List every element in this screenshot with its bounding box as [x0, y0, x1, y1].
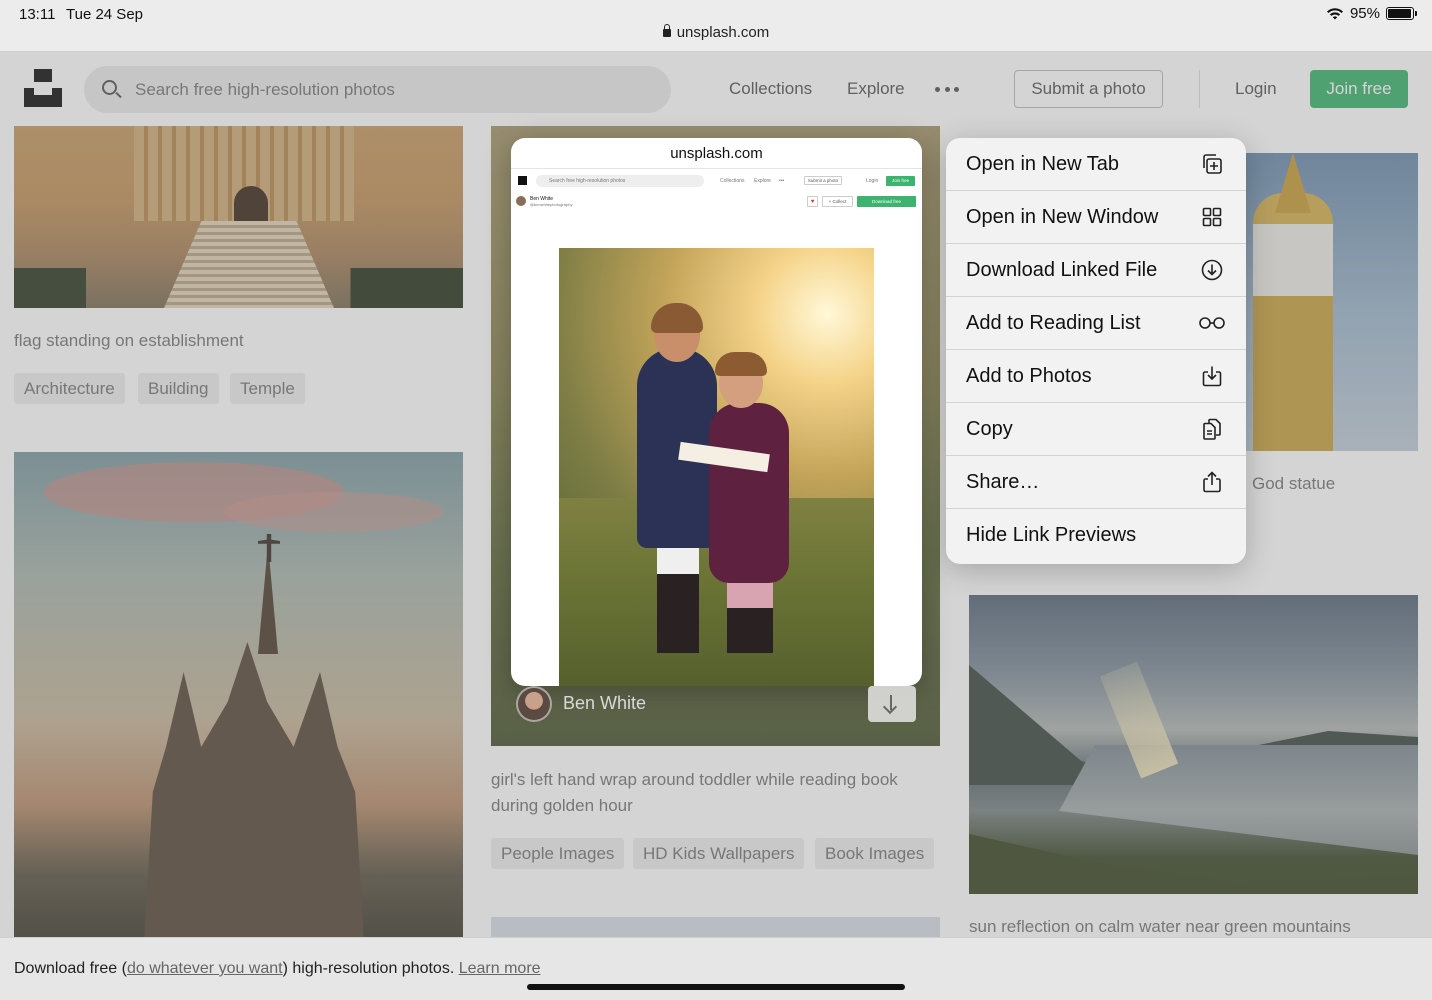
menu-copy[interactable]: Copy	[946, 403, 1246, 456]
download-icon	[1201, 259, 1223, 281]
footer-text: Download free (do whatever you want) hig…	[14, 960, 541, 978]
menu-open-new-window[interactable]: Open in New Window	[946, 191, 1246, 244]
lock-icon	[662, 24, 671, 37]
save-to-photos-icon	[1202, 366, 1222, 387]
glasses-icon	[1199, 317, 1225, 329]
learn-more-link[interactable]: Learn more	[459, 960, 541, 977]
avatar	[516, 686, 552, 722]
mini-more-icon: •••	[779, 178, 785, 184]
status-bar: 13:11 Tue 24 Sep 95% unsplash.com	[0, 0, 1432, 52]
mini-heart-icon: ♥	[807, 196, 818, 207]
menu-open-new-tab[interactable]: Open in New Tab	[946, 138, 1246, 191]
address-bar[interactable]: unsplash.com	[0, 24, 1432, 41]
footer-banner: Download free (do whatever you want) hig…	[0, 937, 1432, 1000]
mini-search-text: Search free high-resolution photos	[549, 178, 626, 184]
preview-photo	[559, 248, 874, 686]
mini-download: Download free	[857, 196, 916, 207]
photo-author[interactable]: Ben White	[516, 686, 916, 722]
mini-logo	[518, 176, 527, 185]
status-indicators: 95%	[1326, 5, 1417, 22]
copy-icon	[1203, 418, 1221, 440]
mini-login: Login	[866, 178, 879, 184]
battery-icon	[1386, 7, 1417, 20]
download-arrow-icon	[890, 695, 892, 710]
wifi-icon	[1326, 7, 1343, 19]
menu-label: Download Linked File	[966, 259, 1158, 281]
preview-title: unsplash.com	[670, 145, 763, 162]
mini-collect: + Collect	[822, 196, 853, 207]
download-button[interactable]	[868, 686, 916, 722]
address-text: unsplash.com	[676, 24, 770, 41]
share-icon	[1203, 471, 1221, 493]
menu-hide-link-previews[interactable]: Hide Link Previews	[946, 509, 1246, 562]
footer-prefix: Download free (	[14, 960, 127, 977]
context-menu: Open in New Tab Open in New Window Downl…	[946, 138, 1246, 564]
home-indicator[interactable]	[527, 984, 905, 990]
mini-explore: Explore	[754, 178, 771, 184]
new-window-icon	[1202, 207, 1222, 227]
status-date: Tue 24 Sep	[66, 6, 143, 23]
license-link[interactable]: do whatever you want	[127, 960, 283, 977]
new-tab-icon	[1203, 154, 1222, 174]
menu-label: Open in New Tab	[966, 153, 1120, 175]
link-preview[interactable]: unsplash.com Search free high-resolution…	[511, 138, 922, 686]
preview-divider	[511, 168, 922, 169]
mini-join: Join free	[886, 176, 915, 186]
menu-add-to-photos[interactable]: Add to Photos	[946, 350, 1246, 403]
footer-middle: ) high-resolution photos.	[282, 960, 459, 977]
status-time: 13:11	[19, 6, 56, 23]
mini-collections: Collections	[720, 178, 745, 184]
menu-share[interactable]: Share…	[946, 456, 1246, 509]
mini-avatar	[516, 196, 526, 206]
menu-label: Share…	[966, 471, 1040, 493]
mini-submit: Submit a photo	[804, 176, 842, 185]
menu-label: Copy	[966, 418, 1013, 440]
menu-label: Add to Photos	[966, 365, 1092, 387]
menu-label: Add to Reading List	[966, 312, 1141, 334]
mini-handle: @benwhitephotography	[530, 202, 573, 207]
menu-download-linked-file[interactable]: Download Linked File	[946, 244, 1246, 297]
author-name: Ben White	[563, 693, 647, 713]
battery-percent: 95%	[1349, 5, 1380, 22]
menu-label: Open in New Window	[966, 206, 1159, 228]
menu-label: Hide Link Previews	[966, 524, 1137, 546]
menu-add-to-reading-list[interactable]: Add to Reading List	[946, 297, 1246, 350]
